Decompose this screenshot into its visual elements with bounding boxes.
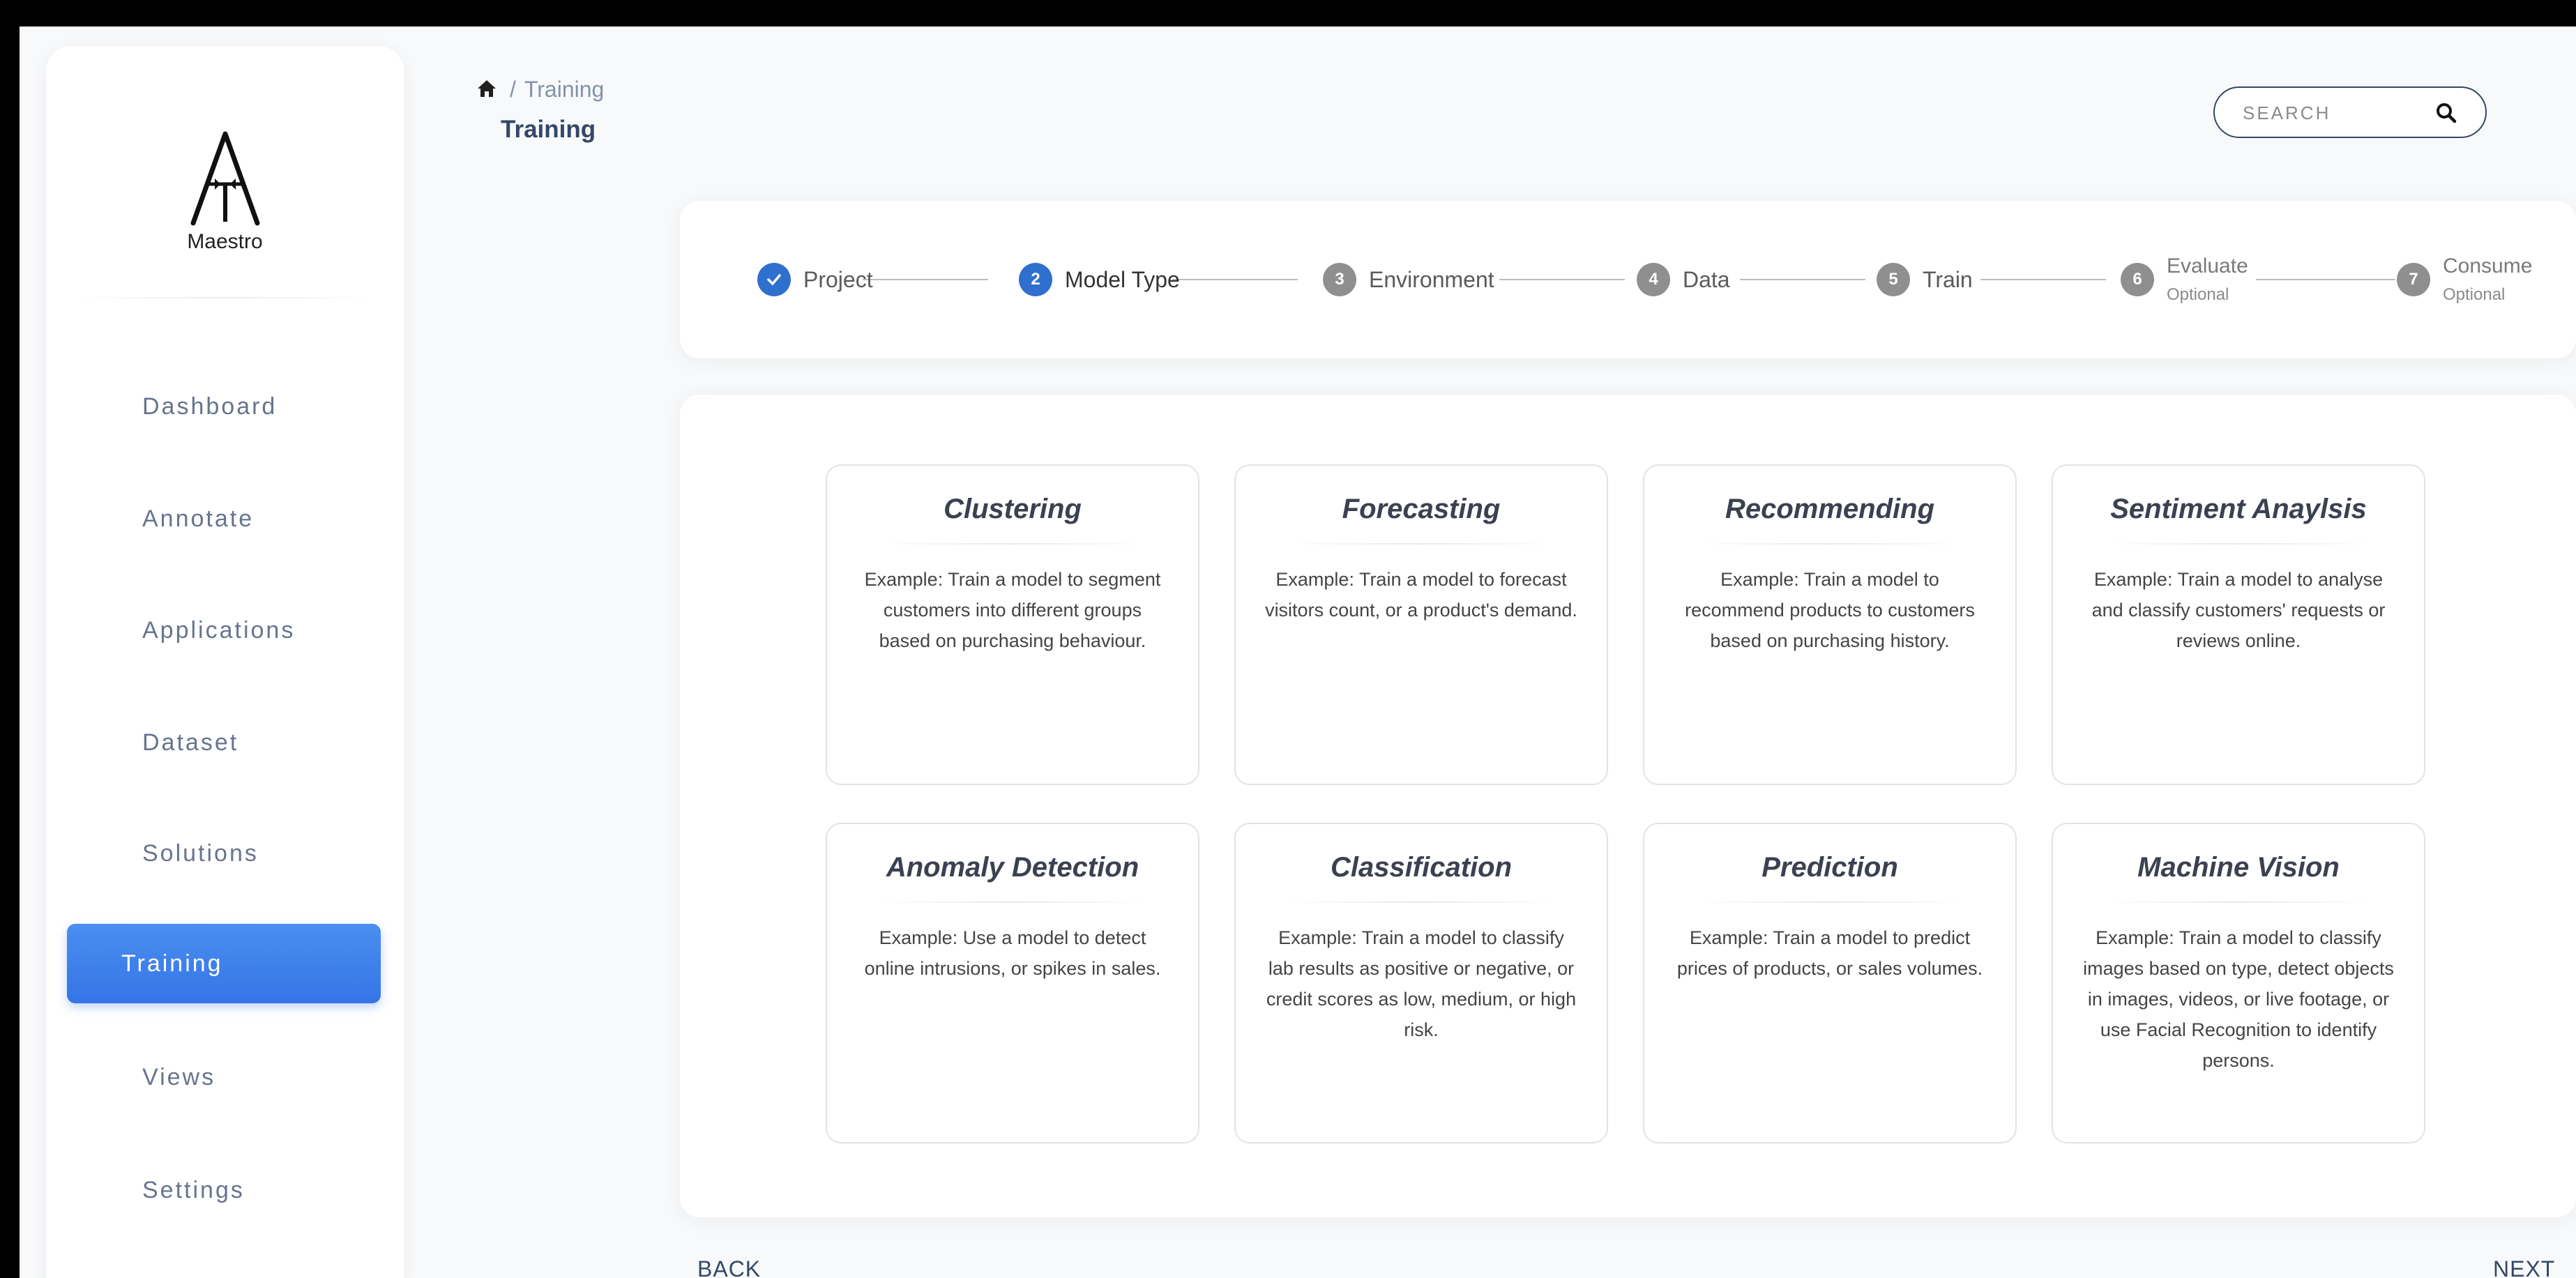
stepper: Project 2 Model Type 3 Environment 4 Dat… bbox=[680, 201, 2576, 358]
model-divider bbox=[2106, 902, 2371, 903]
model-title: Machine Vision bbox=[2137, 852, 2340, 883]
model-description: Example: Train a model to classify image… bbox=[2083, 927, 2394, 1071]
step-label: Train bbox=[1923, 266, 1973, 292]
check-icon bbox=[757, 263, 791, 296]
model-title: Prediction bbox=[1761, 852, 1898, 883]
step-number: 7 bbox=[2397, 263, 2430, 296]
model-title: Forecasting bbox=[1342, 494, 1501, 524]
sidebar: Maestro Dashboard Annotate Applications … bbox=[46, 46, 404, 1278]
model-title: Sentiment Anaylsis bbox=[2110, 494, 2367, 524]
next-button[interactable]: NEXT bbox=[2493, 1256, 2555, 1278]
step-label: Project bbox=[803, 266, 873, 292]
step-project[interactable]: Project bbox=[757, 201, 873, 358]
step-number: 6 bbox=[2121, 263, 2154, 296]
search-box[interactable] bbox=[2213, 86, 2487, 138]
brand-name: Maestro bbox=[187, 230, 263, 253]
model-description: Example: Train a model to recommend prod… bbox=[1685, 569, 1975, 651]
step-environment[interactable]: 3 Environment bbox=[1323, 201, 1494, 358]
model-type-panel: Clustering Example: Train a model to seg… bbox=[680, 395, 2576, 1217]
sidebar-item-training[interactable]: Training bbox=[67, 924, 381, 1003]
step-optional-label: Optional bbox=[2443, 285, 2506, 304]
model-card-recommending[interactable]: Recommending Example: Train a model to r… bbox=[1643, 464, 2017, 785]
step-data[interactable]: 4 Data bbox=[1637, 201, 1730, 358]
model-divider bbox=[2106, 543, 2371, 545]
step-number: 2 bbox=[1019, 263, 1052, 296]
model-title: Recommending bbox=[1725, 494, 1935, 524]
step-label: Consume bbox=[2443, 254, 2533, 277]
model-card-prediction[interactable]: Prediction Example: Train a model to pre… bbox=[1643, 823, 2017, 1143]
breadcrumb: / Training bbox=[476, 77, 604, 104]
model-card-forecasting[interactable]: Forecasting Example: Train a model to fo… bbox=[1234, 464, 1608, 785]
step-label: Evaluate bbox=[2167, 254, 2248, 277]
step-connector bbox=[863, 279, 988, 280]
model-divider bbox=[1697, 902, 1962, 903]
sidebar-item-settings[interactable]: Settings bbox=[67, 1150, 381, 1230]
model-divider bbox=[880, 902, 1145, 903]
model-divider bbox=[1289, 902, 1554, 903]
model-description: Example: Train a model to forecast visit… bbox=[1265, 569, 1577, 621]
back-button[interactable]: BACK bbox=[697, 1256, 761, 1278]
page-title: Training bbox=[501, 116, 596, 143]
step-connector bbox=[1499, 279, 1625, 280]
brand-logo[interactable]: Maestro bbox=[46, 130, 404, 297]
step-evaluate[interactable]: 6 Evaluate Optional bbox=[2121, 201, 2248, 358]
model-card-machine-vision[interactable]: Machine Vision Example: Train a model to… bbox=[2052, 823, 2425, 1143]
model-title: Classification bbox=[1330, 852, 1513, 883]
model-card-clustering[interactable]: Clustering Example: Train a model to seg… bbox=[826, 464, 1199, 785]
sidebar-item-solutions[interactable]: Solutions bbox=[67, 814, 381, 893]
model-title: Anomaly Detection bbox=[886, 852, 1139, 883]
breadcrumb-current: Training bbox=[524, 77, 605, 102]
model-card-anomaly-detection[interactable]: Anomaly Detection Example: Use a model t… bbox=[826, 823, 1199, 1143]
step-connector bbox=[1172, 279, 1298, 280]
sidebar-divider bbox=[74, 297, 376, 298]
model-divider bbox=[1289, 543, 1554, 545]
step-number: 3 bbox=[1323, 263, 1356, 296]
model-description: Example: Train a model to segment custom… bbox=[864, 569, 1161, 651]
step-label: Model Type bbox=[1065, 266, 1180, 292]
model-card-sentiment-analysis[interactable]: Sentiment Anaylsis Example: Train a mode… bbox=[2052, 464, 2425, 785]
step-number: 5 bbox=[1877, 263, 1910, 296]
step-number: 4 bbox=[1637, 263, 1670, 296]
model-divider bbox=[1697, 543, 1962, 545]
sidebar-item-views[interactable]: Views bbox=[67, 1037, 381, 1117]
step-label: Data bbox=[1683, 266, 1730, 292]
breadcrumb-separator: / bbox=[510, 77, 516, 102]
step-train[interactable]: 5 Train bbox=[1877, 201, 1973, 358]
model-description: Example: Use a model to detect online in… bbox=[864, 927, 1161, 979]
model-divider bbox=[880, 543, 1145, 545]
step-connector bbox=[2256, 279, 2395, 280]
sidebar-item-annotate[interactable]: Annotate bbox=[67, 479, 381, 558]
step-label: Environment bbox=[1369, 266, 1494, 292]
maestro-logo-icon bbox=[190, 131, 259, 226]
search-icon[interactable] bbox=[2435, 102, 2457, 128]
step-connector bbox=[1980, 279, 2106, 280]
model-description: Example: Train a model to predict prices… bbox=[1676, 927, 1983, 979]
home-icon[interactable] bbox=[476, 78, 497, 104]
step-model-type[interactable]: 2 Model Type bbox=[1019, 201, 1180, 358]
model-card-classification[interactable]: Classification Example: Train a model to… bbox=[1234, 823, 1608, 1143]
model-description: Example: Train a model to analyse and cl… bbox=[2091, 569, 2386, 651]
app-frame: Maestro Dashboard Annotate Applications … bbox=[20, 26, 2576, 1278]
sidebar-item-applications[interactable]: Applications bbox=[67, 591, 381, 670]
sidebar-item-dashboard[interactable]: Dashboard bbox=[67, 367, 381, 446]
step-optional-label: Optional bbox=[2167, 285, 2229, 304]
step-connector bbox=[1740, 279, 1865, 280]
sidebar-item-dataset[interactable]: Dataset bbox=[67, 703, 381, 782]
model-title: Clustering bbox=[944, 494, 1082, 524]
model-description: Example: Train a model to classify lab r… bbox=[1266, 927, 1577, 1040]
step-consume[interactable]: 7 Consume Optional bbox=[2397, 201, 2532, 358]
search-input[interactable] bbox=[2241, 98, 2439, 128]
